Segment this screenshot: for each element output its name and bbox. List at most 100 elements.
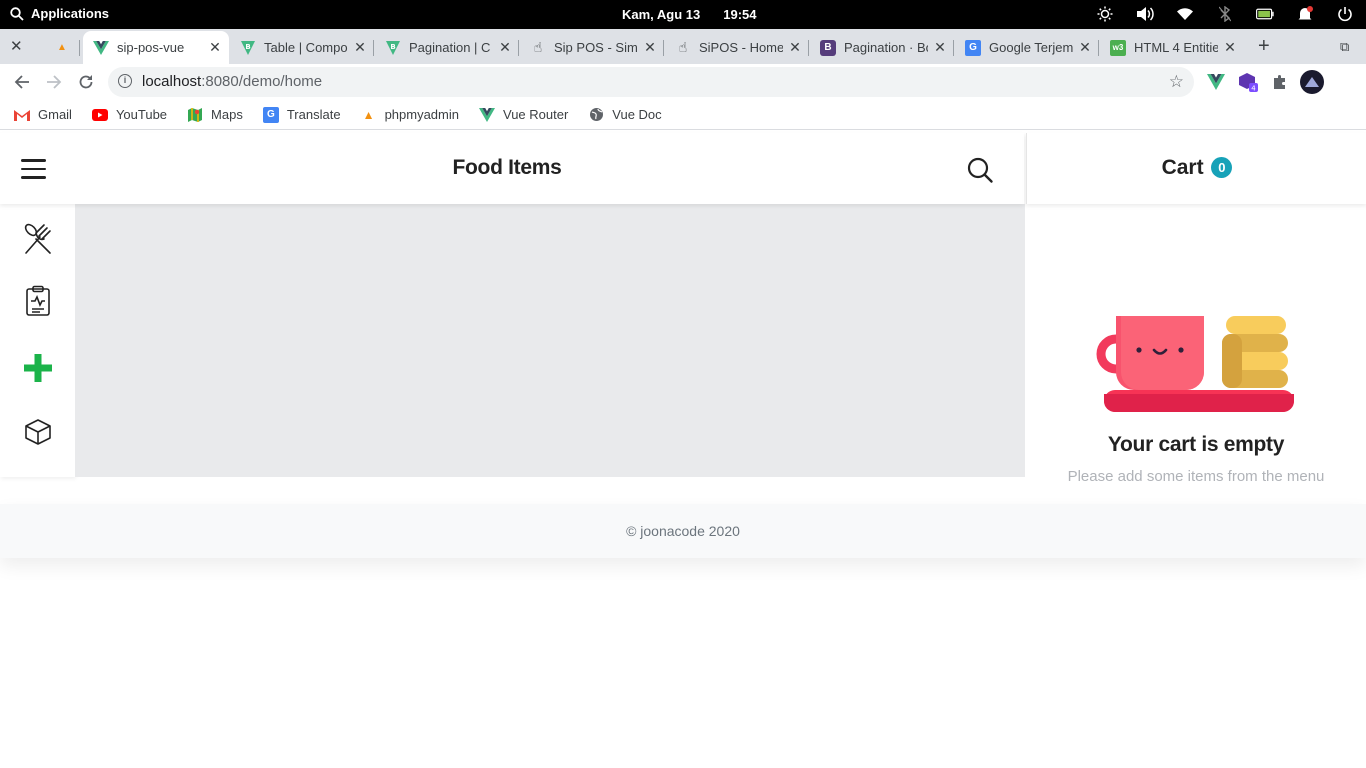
bootstrap-icon: B xyxy=(820,39,836,56)
bookmark-star-icon[interactable]: ☆ xyxy=(1169,72,1184,92)
maps-icon xyxy=(187,107,203,123)
back-button[interactable] xyxy=(11,71,33,93)
notification-icon[interactable] xyxy=(1296,5,1314,23)
tab-sip-pos-simple[interactable]: ☝ Sip POS - Simp ✕ xyxy=(520,31,664,64)
youtube-icon xyxy=(91,107,108,123)
cart-header: Cart 0 xyxy=(1026,133,1366,204)
sidebar-item-products[interactable] xyxy=(20,414,56,450)
food-icon xyxy=(24,223,51,254)
site-info-icon[interactable]: i xyxy=(118,74,132,88)
bookmark-vue-router[interactable]: Vue Router xyxy=(479,107,568,123)
svg-text:B: B xyxy=(390,43,395,51)
svg-text:B: B xyxy=(245,43,250,51)
forward-button[interactable] xyxy=(43,71,65,93)
close-tab-icon[interactable]: ✕ xyxy=(1077,39,1093,56)
bookmark-vue-doc[interactable]: Vue Doc xyxy=(588,107,662,123)
tab-sipos-home[interactable]: ☝ SiPOS - Home ✕ xyxy=(665,31,809,64)
bookmarks-bar: Gmail YouTube Maps G Translate ▲ phpmyad… xyxy=(0,100,1366,130)
system-top-bar: Applications Kam, Agu 13 19:54 xyxy=(0,0,1366,29)
system-tray xyxy=(1096,5,1354,23)
tab-pagination-bootstrap[interactable]: B Pagination · Bo ✕ xyxy=(810,31,954,64)
reload-button[interactable] xyxy=(75,71,97,93)
cart-body: Your cart is empty Please add some items… xyxy=(1026,204,1366,504)
tab-title: HTML 4 Entitie xyxy=(1134,40,1218,55)
brightness-icon[interactable] xyxy=(1096,5,1114,23)
search-icon xyxy=(10,6,24,21)
arrow-left-icon xyxy=(14,75,29,89)
wifi-icon[interactable] xyxy=(1176,5,1194,23)
cart-empty-title: Your cart is empty xyxy=(1107,433,1285,456)
tab-strip: ✕ ▲ sip-pos-vue ✕ B Table | Compo ✕ B Pa… xyxy=(0,29,1366,64)
bookmark-maps[interactable]: Maps xyxy=(187,107,243,123)
tab-google-translate[interactable]: G Google Terjem ✕ xyxy=(955,31,1099,64)
applications-label: Applications xyxy=(31,6,110,21)
close-tab-icon[interactable]: ✕ xyxy=(352,39,368,56)
search-icon xyxy=(967,157,993,183)
vue-icon xyxy=(479,107,495,123)
bootstrap-vue-icon: B xyxy=(240,40,256,56)
sidebar-item-add[interactable] xyxy=(20,350,56,386)
tab-title: Sip POS - Simp xyxy=(554,40,638,55)
order-history-icon xyxy=(26,285,50,316)
clock[interactable]: Kam, Agu 13 19:54 xyxy=(622,7,757,22)
close-all-icon[interactable]: ✕ xyxy=(10,37,23,55)
close-tab-icon[interactable]: ✕ xyxy=(207,39,223,56)
address-bar[interactable]: i localhost:8080/demo/home ☆ xyxy=(108,67,1194,97)
close-tab-icon[interactable]: ✕ xyxy=(932,39,948,56)
hand-icon: ☝ xyxy=(533,39,543,55)
main-header: Food Items xyxy=(0,133,1024,204)
bookmark-gmail[interactable]: Gmail xyxy=(14,107,72,123)
bookmark-youtube[interactable]: YouTube xyxy=(91,107,167,123)
tab-pagination-component[interactable]: B Pagination | C ✕ xyxy=(375,31,519,64)
tab-title: Google Terjem xyxy=(989,40,1073,55)
svg-text:4: 4 xyxy=(1251,85,1256,93)
gmail-icon xyxy=(14,107,30,123)
applications-menu[interactable]: Applications xyxy=(10,6,109,21)
battery-icon[interactable] xyxy=(1256,5,1274,23)
globe-icon xyxy=(588,107,604,123)
vue-devtools-icon[interactable] xyxy=(1206,72,1226,92)
copyright-text: © joonacode 2020 xyxy=(626,523,740,539)
cart-count-badge: 0 xyxy=(1211,157,1233,178)
tab-title: Pagination · Bo xyxy=(844,40,928,55)
app-viewport: Food Items Cart 0 Your cart is empty Ple… xyxy=(0,133,1366,768)
cart-empty-subtitle: Please add some items from the menu xyxy=(1067,468,1325,485)
bookmark-translate[interactable]: G Translate xyxy=(262,106,341,123)
bookmark-phpmyadmin[interactable]: ▲ phpmyadmin xyxy=(361,107,459,123)
sidebar xyxy=(0,204,75,477)
bluetooth-icon[interactable] xyxy=(1216,5,1234,23)
tab-html-entities[interactable]: w3 HTML 4 Entitie ✕ xyxy=(1100,31,1244,64)
footer: © joonacode 2020 xyxy=(0,504,1366,558)
pma-icon: ▲ xyxy=(57,42,67,53)
tab-sip-pos-vue[interactable]: sip-pos-vue ✕ xyxy=(83,31,229,64)
volume-icon[interactable] xyxy=(1136,5,1154,23)
search-button[interactable] xyxy=(966,156,994,189)
profile-avatar[interactable] xyxy=(1300,70,1324,94)
cart-title: Cart 0 xyxy=(1027,156,1366,180)
power-icon[interactable] xyxy=(1336,5,1354,23)
empty-cart-illustration xyxy=(1096,316,1294,412)
close-tab-icon[interactable]: ✕ xyxy=(497,39,513,56)
food-items-area xyxy=(75,204,1025,477)
close-tab-icon[interactable]: ✕ xyxy=(787,39,803,56)
tab-title: SiPOS - Home xyxy=(699,40,783,55)
cart-label: Cart xyxy=(1161,156,1204,179)
page-title: Food Items xyxy=(452,156,562,179)
vue-icon xyxy=(93,40,109,56)
add-item-icon xyxy=(24,354,52,382)
close-tab-icon[interactable]: ✕ xyxy=(1222,39,1238,56)
sidebar-item-orders[interactable] xyxy=(20,283,56,319)
new-tab-button[interactable]: + xyxy=(1258,35,1270,58)
pma-icon: ▲ xyxy=(362,107,375,122)
close-tab-icon[interactable]: ✕ xyxy=(642,39,658,56)
tab-table-component[interactable]: B Table | Compo ✕ xyxy=(230,31,374,64)
tab-search-icon[interactable]: ⧉ xyxy=(1340,39,1349,55)
reload-icon xyxy=(79,75,93,89)
extension-cube-icon[interactable]: 4 xyxy=(1238,72,1258,92)
sidebar-item-food[interactable] xyxy=(20,221,56,257)
url-text: localhost:8080/demo/home xyxy=(142,73,323,90)
date-label: Kam, Agu 13 xyxy=(622,7,701,22)
tab-phpmyadmin[interactable]: ▲ xyxy=(44,31,80,64)
extensions-puzzle-icon[interactable] xyxy=(1270,72,1290,92)
product-box-icon xyxy=(25,419,51,445)
